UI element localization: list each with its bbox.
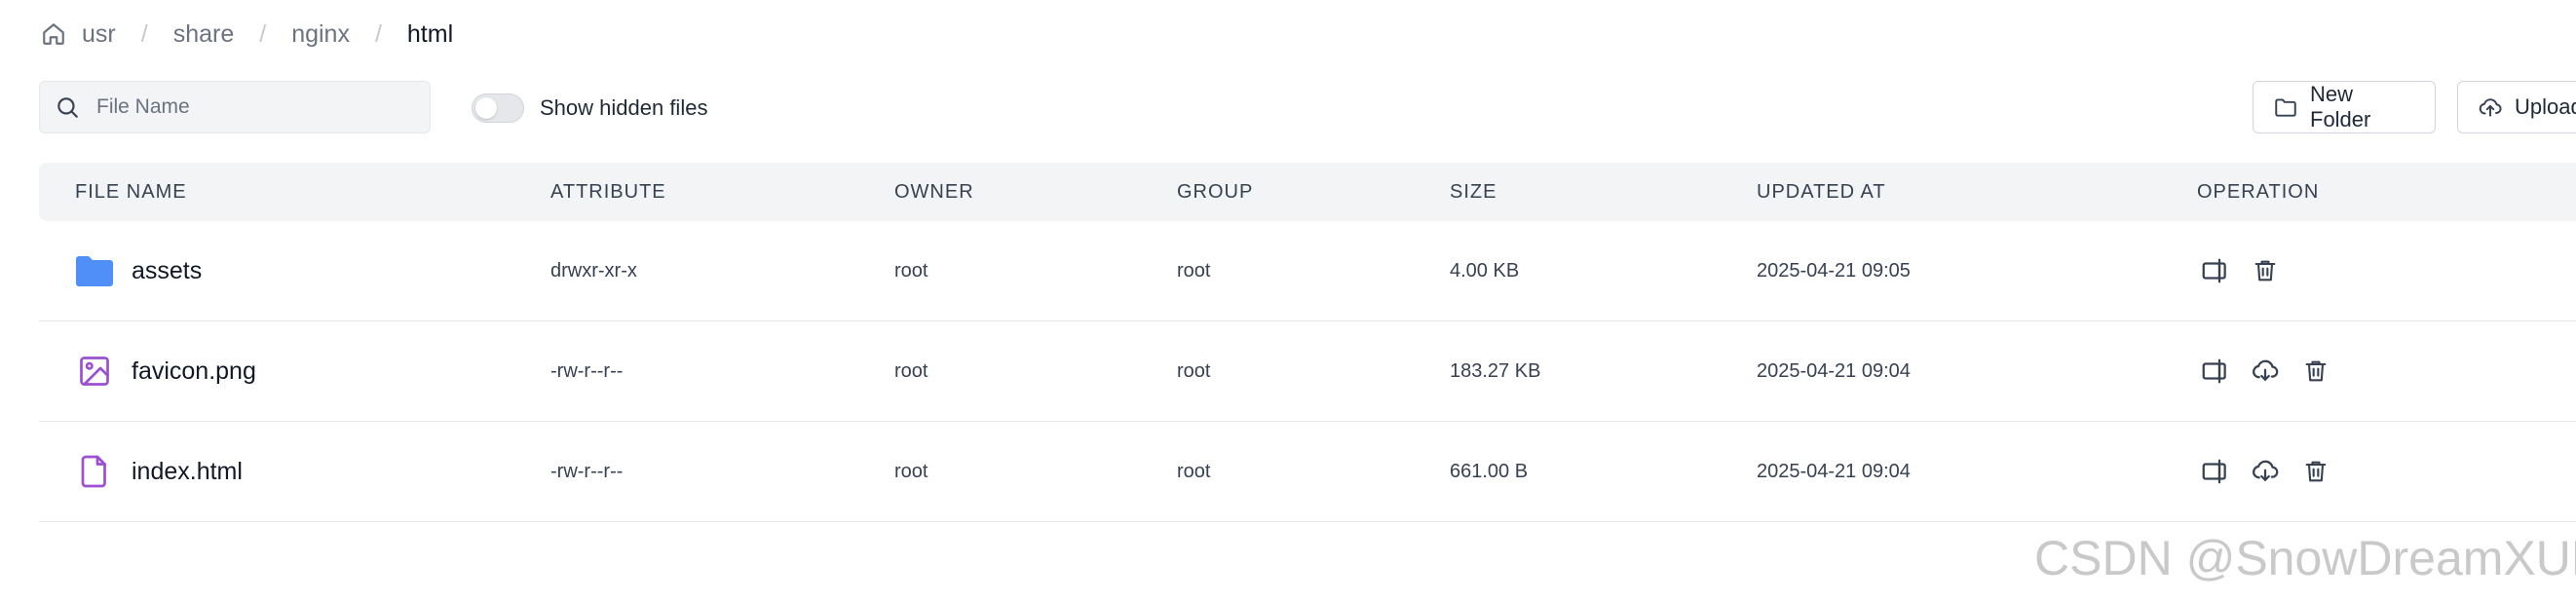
rename-icon[interactable] [2197, 454, 2232, 489]
table-row[interactable]: favicon.png -rw-r--r-- root root 183.27 … [39, 321, 2576, 422]
operation-cell [2197, 221, 2298, 320]
table-row[interactable]: assets drwxr-xr-x root root 4.00 KB 2025… [39, 221, 2576, 321]
owner-cell: root [894, 359, 928, 382]
search-icon [54, 94, 81, 121]
table-header: FILE NAME ATTRIBUTE OWNER GROUP SIZE UPD… [39, 163, 2576, 221]
table-row[interactable]: index.html -rw-r--r-- root root 661.00 B… [39, 422, 2576, 522]
owner-cell: root [894, 259, 928, 282]
breadcrumb-separator: / [374, 19, 382, 48]
download-icon[interactable] [2248, 454, 2283, 489]
breadcrumb-item-nginx[interactable]: nginx [291, 20, 350, 49]
delete-icon[interactable] [2298, 454, 2333, 489]
upload-label: Upload [2515, 94, 2576, 119]
file-name-cell[interactable]: favicon.png [75, 321, 256, 421]
size-cell: 4.00 KB [1450, 259, 1520, 282]
group-cell: root [1177, 259, 1211, 282]
delete-icon[interactable] [2248, 253, 2283, 288]
document-file-icon [75, 452, 114, 491]
breadcrumb-item-share[interactable]: share [173, 20, 235, 49]
attribute-cell: -rw-r--r-- [550, 460, 624, 482]
size-cell: 183.27 KB [1450, 359, 1541, 382]
updated-at-cell: 2025-04-21 09:04 [1757, 460, 1911, 482]
breadcrumb-item-usr[interactable]: usr [82, 20, 116, 49]
group-cell: root [1177, 359, 1211, 382]
column-header-file-name[interactable]: FILE NAME [75, 163, 187, 221]
updated-at-cell: 2025-04-21 09:04 [1757, 359, 1911, 382]
show-hidden-toggle-group: Show hidden files [472, 91, 707, 126]
updated-at-cell: 2025-04-21 09:05 [1757, 259, 1911, 282]
column-header-attribute: ATTRIBUTE [550, 181, 666, 203]
file-name[interactable]: favicon.png [132, 357, 256, 386]
search-box [39, 81, 431, 133]
watermark: CSDN @SnowDreamXUE [2034, 531, 2576, 585]
group-cell: root [1177, 460, 1211, 482]
toggle-knob [475, 97, 497, 119]
breadcrumb: usr / share / nginx / html [39, 18, 453, 51]
column-header-operation: OPERATION [2197, 181, 2320, 203]
owner-cell: root [894, 460, 928, 482]
file-name[interactable]: index.html [132, 458, 243, 486]
attribute-cell: drwxr-xr-x [550, 259, 637, 282]
breadcrumb-separator: / [259, 19, 267, 48]
column-header-updated-at[interactable]: UPDATED AT [1757, 163, 1886, 221]
rename-icon[interactable] [2197, 253, 2232, 288]
breadcrumb-item-html[interactable]: html [407, 20, 453, 49]
show-hidden-toggle[interactable] [472, 94, 524, 123]
operation-cell [2197, 422, 2349, 521]
size-cell: 661.00 B [1450, 460, 1529, 482]
file-name-cell[interactable]: index.html [75, 422, 243, 521]
operation-cell [2197, 321, 2349, 421]
home-icon[interactable] [39, 19, 68, 49]
folder-icon [75, 251, 114, 290]
delete-icon[interactable] [2298, 354, 2333, 389]
download-icon[interactable] [2248, 354, 2283, 389]
folder-outline-icon [2273, 94, 2298, 121]
new-folder-label: New Folder [2310, 82, 2371, 131]
column-header-size[interactable]: SIZE [1450, 163, 1496, 221]
show-hidden-label: Show hidden files [540, 95, 708, 120]
cloud-upload-icon [2478, 94, 2503, 121]
breadcrumb-separator: / [140, 19, 148, 48]
file-table: FILE NAME ATTRIBUTE OWNER GROUP SIZE UPD… [39, 163, 2576, 522]
attribute-cell: -rw-r--r-- [550, 359, 624, 382]
file-name[interactable]: assets [132, 257, 202, 285]
upload-button[interactable]: Upload [2457, 81, 2576, 133]
column-header-group: GROUP [1177, 181, 1254, 203]
rename-icon[interactable] [2197, 354, 2232, 389]
column-header-owner: OWNER [894, 181, 974, 203]
new-folder-button[interactable]: New Folder [2253, 81, 2436, 133]
search-input[interactable] [95, 94, 410, 120]
file-name-cell[interactable]: assets [75, 221, 202, 320]
image-file-icon [75, 352, 114, 391]
